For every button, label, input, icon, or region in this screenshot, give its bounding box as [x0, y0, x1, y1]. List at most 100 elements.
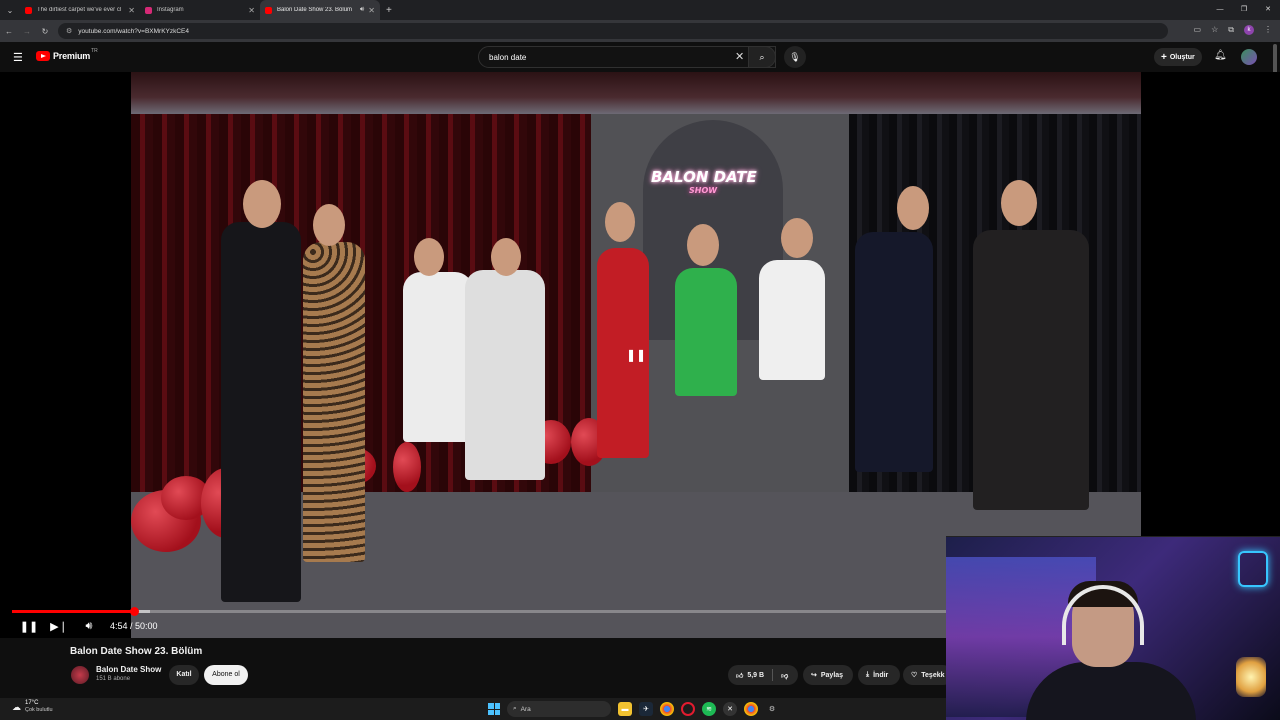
create-label: Oluştur: [1169, 53, 1195, 61]
person-white-dress: [403, 272, 473, 442]
neon-decoration: [1238, 551, 1268, 587]
person-head: [491, 238, 521, 276]
person-head: [414, 238, 444, 276]
neon-sign-logo: BALON DATE SHOW: [651, 168, 757, 195]
instagram-favicon-icon: [145, 6, 152, 14]
join-button[interactable]: Katıl: [169, 665, 199, 685]
weather-widget[interactable]: ☁ 17°C Çok bulutlu: [12, 700, 53, 714]
url-text: youtube.com/watch?v=BXMrKYzkCE4: [78, 27, 190, 35]
extensions-icon[interactable]: ⧉: [1228, 25, 1234, 35]
site-info-icon[interactable]: ⚙: [66, 27, 72, 35]
download-button[interactable]: ⤓ İndir: [858, 665, 900, 685]
window-controls: — ❐ ✕: [1208, 0, 1280, 20]
chrome-profile-icon[interactable]: [744, 702, 758, 716]
browser-profile-avatar[interactable]: k: [1244, 25, 1254, 35]
clear-search-icon[interactable]: ✕: [735, 50, 744, 63]
channel-name[interactable]: Balon Date Show: [96, 665, 161, 674]
cloud-icon: ☁: [12, 701, 21, 712]
restore-icon[interactable]: ❐: [1232, 0, 1256, 20]
taskbar-search[interactable]: ⌕ Ara: [507, 701, 611, 717]
close-window-icon[interactable]: ✕: [1256, 0, 1280, 20]
pause-overlay-icon[interactable]: ❚❚: [626, 348, 646, 362]
neon-title: BALON DATE: [651, 168, 757, 186]
browser-toolbar: ← → ↻ ⚙ youtube.com/watch?v=BXMrKYzkCE4 …: [0, 20, 1280, 42]
thanks-icon: ♡: [911, 672, 918, 679]
speaker-icon[interactable]: 🔊︎: [360, 6, 364, 14]
tab-title: Instagram: [157, 7, 184, 13]
like-count[interactable]: 5,9 B: [747, 672, 764, 679]
like-icon[interactable]: 👍︎: [736, 671, 743, 680]
ceiling: [131, 72, 1141, 114]
back-icon[interactable]: ←: [0, 27, 18, 36]
youtube-header: ☰ Premium TR ✕ ⌕ 🎙︎ + Oluştur 🔔︎: [0, 42, 1280, 72]
new-tab-button[interactable]: +: [386, 5, 392, 16]
thanks-label: Teşekk: [921, 671, 945, 679]
voice-search-button[interactable]: 🎙︎: [784, 46, 806, 68]
opera-icon[interactable]: [681, 702, 695, 716]
youtube-play-icon: [36, 51, 50, 61]
time-display: 4:54 / 50:00: [110, 621, 158, 631]
bookmark-star-icon[interactable]: ☆: [1211, 25, 1218, 35]
minimize-icon[interactable]: —: [1208, 0, 1232, 20]
search-button[interactable]: ⌕: [748, 46, 776, 68]
person-white-top: [759, 260, 825, 380]
create-button[interactable]: + Oluştur: [1154, 48, 1202, 66]
played-bar: [12, 610, 135, 613]
close-tab-icon[interactable]: ✕: [128, 6, 135, 15]
tab-carpet-video[interactable]: The dirtiest carpet we've ever cl ✕: [20, 0, 140, 20]
close-tab-icon[interactable]: ✕: [248, 6, 255, 15]
account-avatar[interactable]: [1241, 49, 1257, 65]
subscriber-count: 151 B abone: [96, 676, 131, 682]
neon-subtitle: SHOW: [689, 186, 718, 195]
browser-tab-strip: ⌄ The dirtiest carpet we've ever cl ✕ In…: [0, 0, 1280, 20]
address-bar[interactable]: ⚙ youtube.com/watch?v=BXMrKYzkCE4: [58, 23, 1168, 39]
person-green-dress: [675, 268, 737, 396]
taskbar-apps: ⌕ Ara ▬ ✈ ≋ ✕ ⚙: [488, 701, 779, 717]
pause-icon[interactable]: ❚❚: [14, 620, 44, 633]
chrome-icon[interactable]: [660, 702, 674, 716]
settings-icon[interactable]: ⚙: [765, 702, 779, 716]
menu-icon[interactable]: ☰: [13, 51, 23, 64]
steam-icon[interactable]: ✈: [639, 702, 653, 716]
forward-icon[interactable]: →: [18, 27, 36, 36]
windows-taskbar: ☁ 17°C Çok bulutlu ⌕ Ara ▬ ✈ ≋ ✕ ⚙: [0, 698, 946, 720]
browser-menu-icon[interactable]: ⋮: [1264, 25, 1272, 35]
volume-icon[interactable]: 🔊︎: [74, 620, 104, 633]
person-suit: [855, 232, 933, 472]
person-head: [687, 224, 719, 266]
next-icon[interactable]: ▶❘: [44, 620, 74, 633]
region-code: TR: [91, 48, 98, 54]
person-host-right: [973, 230, 1089, 510]
player-controls: ❚❚ ▶❘ 🔊︎ 4:54 / 50:00: [0, 616, 158, 636]
windows-start-icon[interactable]: [488, 703, 500, 715]
search-input[interactable]: [487, 52, 727, 63]
person-head: [243, 180, 281, 228]
temperature: 17°C: [25, 700, 39, 706]
notifications-bell-icon[interactable]: 🔔︎: [1214, 50, 1227, 61]
spotify-icon[interactable]: ≋: [702, 702, 716, 716]
person-head: [897, 186, 929, 230]
video-title: Balon Date Show 23. Bölüm: [70, 646, 203, 657]
close-tab-icon[interactable]: ✕: [368, 6, 375, 15]
cast-icon[interactable]: ▭: [1194, 25, 1202, 35]
youtube-logo-text: Premium: [53, 51, 91, 61]
weather-description: Çok bulutlu: [25, 707, 53, 713]
toolbar-actions: ▭ ☆ ⧉ k ⋮: [1194, 25, 1272, 35]
share-button[interactable]: ↪ Paylaş: [803, 665, 853, 685]
dislike-icon[interactable]: 👎︎: [781, 671, 788, 680]
tab-instagram[interactable]: Instagram ✕: [140, 0, 260, 20]
tab-balon-date[interactable]: Balon Date Show 23. Bölüm 🔊︎ ✕: [260, 0, 380, 20]
search-icon: ⌕: [759, 51, 765, 62]
xbox-icon[interactable]: ✕: [723, 702, 737, 716]
file-explorer-icon[interactable]: ▬: [618, 702, 632, 716]
channel-avatar[interactable]: [71, 666, 89, 684]
tab-search-icon[interactable]: ⌄: [0, 0, 20, 20]
person-head: [1001, 180, 1037, 226]
tab-title: Balon Date Show 23. Bölüm: [277, 7, 353, 13]
youtube-favicon-icon: [265, 6, 272, 14]
reload-icon[interactable]: ↻: [36, 27, 54, 36]
tab-title: The dirtiest carpet we've ever cl: [37, 7, 122, 13]
divider: [772, 669, 774, 681]
subscribe-button[interactable]: Abone ol: [204, 665, 248, 685]
youtube-logo[interactable]: Premium TR: [36, 48, 98, 61]
